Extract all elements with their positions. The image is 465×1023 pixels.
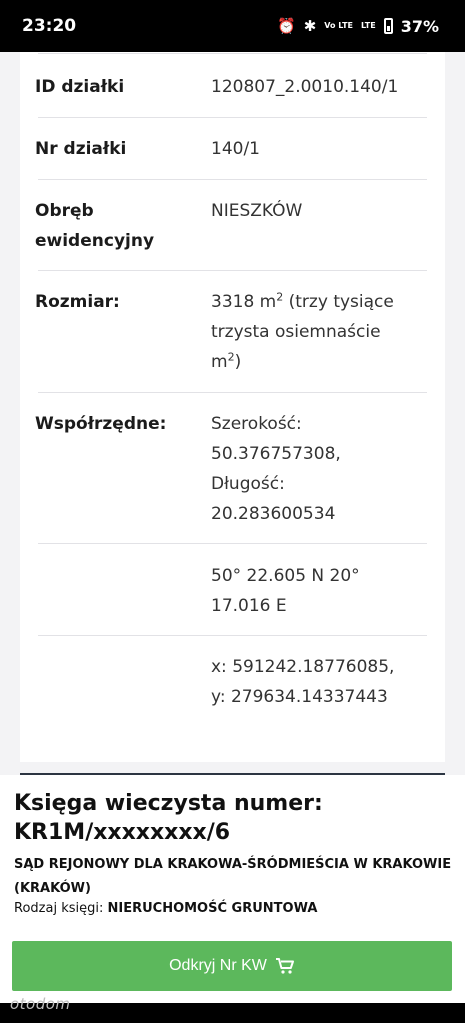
detail-label: Współrzędne: [35,414,167,434]
register-type: Rodzaj księgi: NIERUCHOMOŚĆ GRUNTOWA [14,899,454,919]
alarm-icon: ⏰ [277,16,296,35]
divider [38,543,427,544]
volte-icon: Vo LTE [324,21,353,30]
reveal-button-label: Odkryj Nr KW [169,957,267,974]
detail-value: 120807_2.0010.140/1 [211,77,399,97]
register-type-value: NIERUCHOMOŚĆ GRUNTOWA [107,901,318,916]
register-type-label: Rodzaj księgi: [14,901,104,916]
land-register-panel: Księga wieczysta numer: KR1M/xxxxxxxx/6 … [0,775,465,1003]
status-time: 23:20 [22,16,77,36]
divider [38,392,427,393]
detail-label: Nr działki [35,139,127,159]
divider [38,635,427,636]
signal-icon: LTE [361,21,376,30]
detail-value: x: 591242.18776085, y: 279634.14337443 [211,657,395,707]
reveal-land-register-button[interactable]: Odkryj Nr KW [12,941,452,991]
detail-value: 3318 m2 (trzy tysiące trzysta osiemnaści… [211,290,394,372]
otodom-logo: otodom [10,995,71,1013]
battery-percent: 37% [400,16,439,36]
status-bar: 23:20 ⏰ ✱ Vo LTE LTE 37% [0,0,465,52]
land-register-title: Księga wieczysta numer: KR1M/xxxxxxxx/6 [14,791,323,845]
detail-label: ID działki [35,77,125,97]
detail-label: Obręb ewidencyjny [35,201,155,251]
detail-value: Szerokość: 50.376757308, Długość: 20.283… [211,414,341,524]
divider [38,179,427,180]
battery-icon [383,18,393,34]
bluetooth-icon: ✱ [303,16,317,35]
cart-icon [275,957,295,975]
detail-label: Rozmiar: [35,292,120,312]
divider [38,53,427,54]
detail-value: NIESZKÓW [211,201,303,221]
detail-value: 50° 22.605 N 20° 17.016 E [211,566,360,616]
status-indicators: ⏰ ✱ Vo LTE LTE 37% [277,17,439,36]
divider [38,117,427,118]
court-name: SĄD REJONOWY DLA KRAKOWA-ŚRÓDMIEŚCIA W K… [14,857,452,896]
divider [38,270,427,271]
detail-value: 140/1 [211,139,260,159]
